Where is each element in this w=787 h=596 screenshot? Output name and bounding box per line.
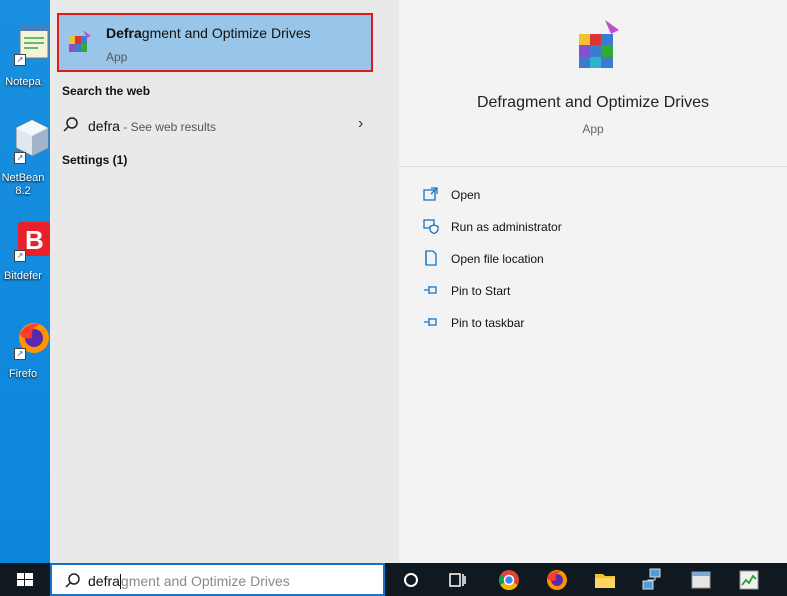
shortcut-arrow-icon: ↗ [14,152,26,164]
taskbar-search-input[interactable]: defragment and Optimize Drives [50,563,385,596]
desktop-icon-label: NetBean [1,172,45,184]
search-text: defragment and Optimize Drives [88,573,290,589]
open-icon [423,187,438,201]
start-search-results: Defragment and Optimize Drives App Searc… [50,0,787,563]
desktop-icon-notepad[interactable]: ↗ Notepa [0,24,50,94]
action-open[interactable]: Open [423,184,763,208]
firefox-icon[interactable] [544,567,570,593]
task-manager-icon[interactable] [736,567,762,593]
search-web-heading: Search the web [62,84,151,98]
pin-icon [424,318,437,326]
action-label: Pin to taskbar [451,316,525,330]
settings-heading[interactable]: Settings (1) [62,153,127,167]
shield-icon [423,219,439,234]
desktop: ↗ Notepa ↗ NetBean 8.2 B ↗ Bitdefer ↗ Fi… [0,0,50,563]
action-pin-to-start[interactable]: Pin to Start [423,280,763,304]
task-view-icon[interactable] [444,567,470,593]
defrag-app-large-icon [579,20,619,68]
defrag-app-icon [69,30,91,52]
action-label: Open file location [451,252,544,266]
svg-text:B: B [25,225,44,255]
shortcut-arrow-icon: ↗ [14,54,26,66]
details-pane: Defragment and Optimize Drives App Open … [399,0,787,563]
action-open-file-location[interactable]: Open file location [423,248,763,272]
cortana-icon[interactable] [398,567,424,593]
best-match-subtitle: App [106,50,128,64]
action-label: Pin to Start [451,284,511,298]
file-explorer-icon[interactable] [592,567,618,593]
divider [399,166,787,167]
web-search-result[interactable]: defra - See web results › [50,113,399,139]
desktop-icon-label: Bitdefer [4,270,42,282]
windows-start-icon[interactable] [0,563,50,596]
desktop-icon-label: Notepa [5,76,41,88]
details-subtitle: App [582,122,604,136]
chrome-icon[interactable] [496,567,522,593]
desktop-icon-firefox[interactable]: ↗ Firefo [0,318,50,388]
chevron-right-icon[interactable]: › [358,115,363,133]
action-label: Run as administrator [451,220,562,234]
taskbar: defragment and Optimize Drives [0,563,787,596]
desktop-icon-bitdefender[interactable]: B ↗ Bitdefer [0,220,50,290]
file-location-icon [425,250,437,266]
pin-icon [424,286,437,294]
action-pin-to-taskbar[interactable]: Pin to taskbar [423,312,763,336]
network-icon[interactable] [640,567,666,593]
search-icon [65,573,80,588]
details-title: Defragment and Optimize Drives [476,94,710,111]
results-list: Defragment and Optimize Drives App Searc… [50,0,399,563]
notepad-icon[interactable] [688,567,714,593]
web-search-query: defra - See web results [88,118,216,134]
best-match-result[interactable]: Defragment and Optimize Drives App [57,13,373,72]
shortcut-arrow-icon: ↗ [14,250,26,262]
best-match-title: Defragment and Optimize Drives [106,25,311,41]
shortcut-arrow-icon: ↗ [14,348,26,360]
search-icon [63,117,78,132]
desktop-icon-netbeans[interactable]: ↗ NetBean 8.2 [0,118,50,208]
action-label: Open [451,188,481,202]
desktop-icon-label: 8.2 [15,185,31,197]
action-run-as-administrator[interactable]: Run as administrator [423,216,763,240]
desktop-icon-label: Firefo [8,368,38,380]
